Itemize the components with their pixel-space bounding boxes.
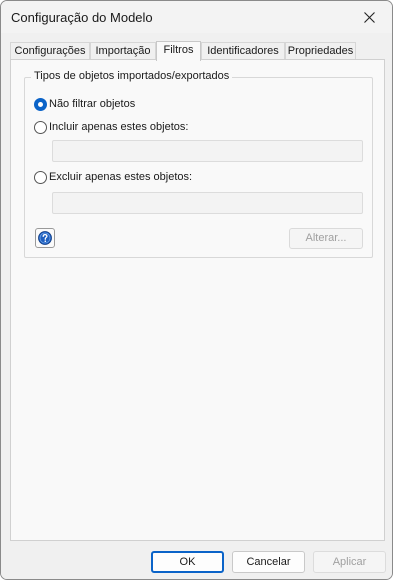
help-button[interactable] [35, 228, 55, 248]
radio-include-only[interactable]: Incluir apenas estes objetos: [34, 119, 188, 135]
help-icon [38, 231, 52, 245]
alter-button[interactable]: Alterar... [289, 228, 363, 249]
ok-button[interactable]: OK [151, 551, 224, 573]
radio-no-filter[interactable]: Não filtrar objetos [34, 96, 135, 112]
cancel-button[interactable]: Cancelar [232, 551, 305, 573]
tab-filtros[interactable]: Filtros [156, 41, 201, 61]
radio-exclude-only-label: Excluir apenas estes objetos: [49, 171, 193, 183]
radio-button-checked[interactable] [34, 97, 47, 111]
radio-no-filter-label: Não filtrar objetos [49, 98, 136, 110]
tab-configuracoes[interactable]: Configurações [10, 42, 90, 60]
radio-button[interactable] [34, 120, 47, 134]
apply-button[interactable]: Aplicar [313, 551, 386, 573]
tab-importacao[interactable]: Importação [90, 42, 156, 60]
object-types-group: Tipos de objetos importados/exportados N… [24, 70, 373, 258]
radio-button[interactable] [34, 170, 47, 184]
tab-identificadores[interactable]: Identificadores [201, 42, 285, 60]
include-objects-field[interactable] [52, 140, 363, 162]
close-button[interactable] [346, 1, 392, 33]
window-title: Configuração do Modelo [11, 10, 153, 25]
title-bar: Configuração do Modelo [1, 1, 392, 33]
close-icon [363, 11, 375, 23]
tab-strip: Configurações Importação Filtros Identif… [10, 41, 382, 61]
filters-tab-panel: Tipos de objetos importados/exportados N… [10, 59, 385, 541]
exclude-objects-field[interactable] [52, 192, 363, 214]
dialog-footer: OK Cancelar Aplicar [1, 543, 392, 579]
group-title: Tipos de objetos importados/exportados [31, 70, 233, 82]
radio-exclude-only[interactable]: Excluir apenas estes objetos: [34, 169, 192, 185]
radio-include-only-label: Incluir apenas estes objetos: [49, 121, 189, 133]
tab-propriedades[interactable]: Propriedades [285, 42, 356, 60]
model-config-dialog: Configuração do Modelo Configurações Imp… [0, 0, 393, 580]
